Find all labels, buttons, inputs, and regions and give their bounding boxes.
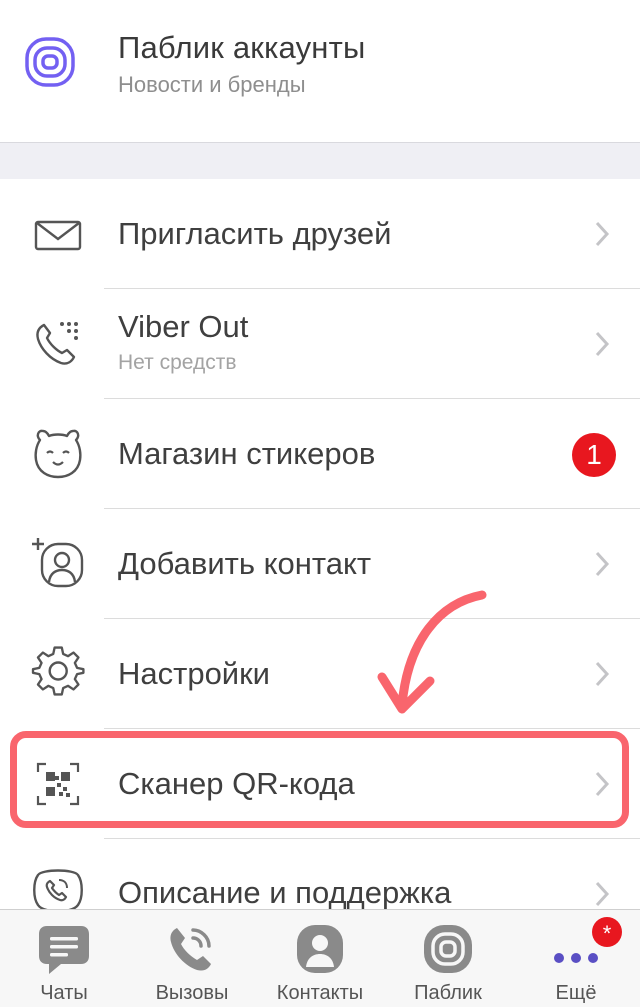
tab-public[interactable]: Паблик — [384, 910, 512, 1007]
calls-icon — [165, 922, 219, 976]
envelope-icon — [30, 206, 86, 262]
section-divider — [0, 142, 640, 180]
menu-item-label: Описание и поддержка — [118, 875, 452, 909]
menu-item-settings[interactable]: Настройки — [0, 619, 640, 729]
contacts-icon — [293, 922, 347, 976]
public-accounts-icon — [24, 36, 76, 88]
tab-label: Чаты — [40, 982, 88, 1004]
menu-item-invite-friends[interactable]: Пригласить друзей — [0, 179, 640, 289]
menu-item-label: Добавить контакт — [118, 546, 372, 581]
menu-item-sticker-store[interactable]: Магазин стикеров 1 — [0, 399, 640, 509]
more-menu-list: Пригласить друзей Viber Out Нет средств — [0, 179, 640, 909]
tab-contacts[interactable]: Контакты — [256, 910, 384, 1007]
bottom-tab-bar: Чаты Вызовы Контакты Паблик * Ещё — [0, 909, 640, 1007]
public-icon — [421, 922, 475, 976]
menu-item-label: Магазин стикеров — [118, 436, 376, 471]
public-accounts-row[interactable]: Паблик аккаунты Новости и бренды — [0, 0, 640, 142]
tab-label: Вызовы — [155, 982, 229, 1004]
chat-icon — [37, 922, 91, 976]
phone-keypad-icon — [30, 315, 86, 371]
menu-item-label: Настройки — [118, 656, 271, 691]
chevron-right-icon — [595, 771, 610, 797]
tab-label: Паблик — [414, 982, 482, 1004]
notification-badge: 1 — [572, 433, 616, 477]
tab-more[interactable]: * Ещё — [512, 910, 640, 1007]
tab-chats[interactable]: Чаты — [0, 910, 128, 1007]
menu-item-label: Сканер QR-кода — [118, 766, 355, 801]
bear-face-icon — [30, 426, 86, 482]
menu-item-qr-scanner[interactable]: Сканер QR-кода — [0, 729, 640, 839]
chevron-right-icon — [595, 661, 610, 687]
gear-icon — [30, 646, 86, 702]
menu-item-label: Пригласить друзей — [118, 216, 392, 251]
public-accounts-title: Паблик аккаунты — [118, 30, 366, 65]
menu-item-label: Viber Out — [118, 309, 249, 344]
qr-code-icon — [30, 756, 86, 812]
public-accounts-subtitle: Новости и бренды — [118, 72, 306, 97]
tab-label: Контакты — [276, 982, 364, 1004]
chevron-right-icon — [595, 331, 610, 357]
chevron-right-icon — [595, 881, 610, 907]
menu-item-about-support[interactable]: Описание и поддержка — [0, 839, 640, 909]
menu-item-add-contact[interactable]: Добавить контакт — [0, 509, 640, 619]
viber-logo-icon — [30, 865, 86, 909]
add-contact-icon — [30, 534, 86, 590]
chevron-right-icon — [595, 551, 610, 577]
tab-badge: * — [592, 917, 622, 947]
tab-label: Ещё — [555, 982, 597, 1004]
tab-calls[interactable]: Вызовы — [128, 910, 256, 1007]
chevron-right-icon — [595, 221, 610, 247]
menu-item-viber-out[interactable]: Viber Out Нет средств — [0, 289, 640, 399]
menu-item-sublabel: Нет средств — [118, 351, 237, 374]
